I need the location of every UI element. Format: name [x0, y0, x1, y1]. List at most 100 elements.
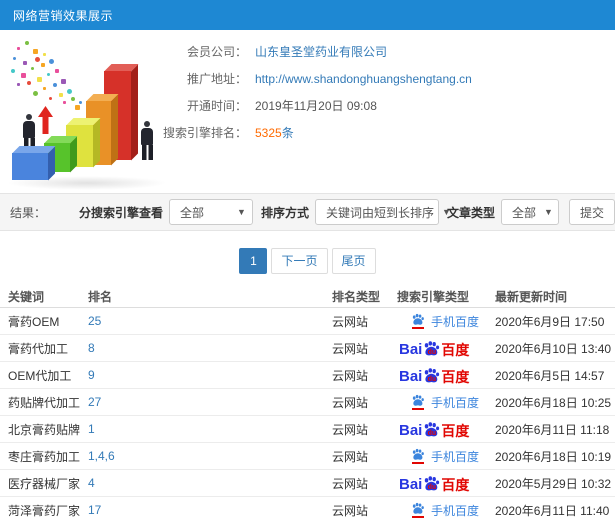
rank-link[interactable]: 9 [88, 368, 332, 382]
mobile-baidu-label: 手机百度 [431, 449, 480, 464]
table-body: 膏药OEM 25 云网站 手机百度 2020年6月9日 17:50 膏药代加工 … [0, 308, 615, 520]
sort-filter-select[interactable]: 关键词由短到长排序 ▼ [314, 199, 451, 225]
confetti-dot [53, 83, 57, 87]
engine-rank-label: 搜索引擎排名： [162, 126, 247, 140]
confetti-dot [33, 91, 38, 96]
rank-type-cell: 云网站 [332, 449, 369, 464]
summary-section: 会员公司： 山东皇圣堂药业有限公司 推广地址： http://www.shand… [0, 30, 615, 193]
confetti-dot [17, 47, 20, 50]
updated-cell: 2020年6月10日 13:40 [495, 341, 612, 356]
engine-filter-select[interactable]: 全部 ▼ [168, 199, 253, 225]
table-row: 膏药OEM 25 云网站 手机百度 2020年6月9日 17:50 [0, 308, 615, 335]
keyword-cell: 医疗器械厂家 [8, 476, 81, 491]
rank-count: 5325 [255, 126, 282, 140]
mobile-baidu-underline [412, 408, 424, 410]
confetti-dot [41, 63, 45, 67]
confetti-dot [35, 57, 40, 62]
table-row: 药贴牌代加工 27 云网站 手机百度 2020年6月18日 10:25 [0, 389, 615, 416]
confetti-dot [27, 81, 31, 85]
promo-url-link[interactable]: http://www.shandonghuangshengtang.cn [255, 72, 472, 86]
mobile-baidu-underline [412, 327, 424, 329]
baidu-logo-cn: 百度 [441, 341, 470, 358]
results-table: 关键词 排名 排名类型 搜索引擎类型 最新更新时间 膏药OEM 25 云网站 手… [0, 285, 615, 520]
confetti-dot [55, 69, 59, 73]
keyword-cell: 药贴牌代加工 [8, 395, 81, 410]
rank-link[interactable]: 17 [88, 503, 332, 517]
rank-link[interactable]: 8 [88, 341, 332, 355]
confetti-dot [63, 101, 66, 104]
confetti-dot [17, 83, 20, 86]
table-row: 菏泽膏药厂家 17 云网站 手机百度 2020年6月11日 11:40 [0, 497, 615, 520]
confetti-dot [59, 93, 63, 97]
mobile-baidu-underline [412, 516, 424, 518]
open-time-label: 开通时间： [186, 99, 247, 113]
keyword-cell: 膏药代加工 [8, 341, 69, 356]
baidu-logo-du: du [427, 348, 437, 356]
next-page-button[interactable]: 下一页 [271, 248, 328, 274]
confetti-dot [43, 53, 46, 56]
keyword-cell: 北京膏药贴牌 [8, 422, 81, 437]
company-link[interactable]: 山东皇圣堂药业有限公司 [255, 43, 387, 60]
last-page-button[interactable]: 尾页 [331, 248, 376, 274]
keyword-cell: 膏药OEM [8, 314, 60, 329]
mobile-baidu-label: 手机百度 [431, 314, 480, 329]
engine-cell: 手机百度 [397, 313, 495, 330]
article-type-label: 文章类型 [446, 205, 495, 220]
baidu-logo-du: du [427, 429, 437, 437]
rank-type-cell: 云网站 [332, 368, 369, 383]
bar-1 [12, 146, 55, 180]
company-row: 会员公司： 山东皇圣堂药业有限公司 [150, 38, 472, 65]
open-time-value: 2019年11月20日 09:08 [255, 99, 377, 113]
filter-controls: 分搜索引擎查看 全部 ▼ 排序方式 关键词由短到长排序 ▼ 文章类型 全部 ▼ … [71, 199, 615, 225]
confetti-dot [13, 57, 16, 60]
table-row: 医疗器械厂家 4 云网站 Bai du 百度 2020年5月29日 10:32 [0, 470, 615, 497]
updated-cell: 2020年5月29日 10:32 [495, 476, 612, 491]
baidu-logo-cn: 百度 [441, 368, 470, 385]
baidu-paw-icon: du [423, 367, 440, 384]
keyword-cell: 菏泽膏药厂家 [8, 503, 81, 518]
engine-filter-value: 全部 [179, 205, 204, 220]
confetti-dot [71, 97, 75, 101]
confetti-dot [33, 49, 38, 54]
rank-type-cell: 云网站 [332, 395, 369, 410]
rank-link[interactable]: 25 [88, 314, 332, 328]
rank-link[interactable]: 1 [88, 422, 332, 436]
header-rank: 排名 [88, 289, 113, 304]
engine-filter-label: 分搜索引擎查看 [78, 205, 163, 220]
confetti-dot [67, 89, 72, 94]
updated-cell: 2020年6月11日 11:40 [495, 503, 610, 518]
engine-rank-row: 搜索引擎排名： 5325条 [150, 119, 472, 146]
page: 网络营销效果展示 会员公司： 山东皇圣堂药业有限公司 推广地址： http://… [0, 0, 615, 520]
engine-cell: Bai du 百度 [397, 367, 495, 384]
mobile-baidu-icon [411, 394, 425, 410]
header-rank-type: 排名类型 [332, 289, 381, 304]
confetti-dot [49, 97, 52, 100]
engine-rank-value: 5325条 [255, 124, 294, 141]
mobile-baidu-label: 手机百度 [431, 503, 480, 518]
updated-cell: 2020年6月9日 17:50 [495, 314, 605, 329]
submit-button[interactable]: 提交 [569, 199, 615, 225]
sort-filter-label: 排序方式 [260, 205, 309, 220]
confetti-dot [23, 61, 27, 65]
article-type-select[interactable]: 全部 ▼ [501, 199, 559, 225]
rank-type-cell: 云网站 [332, 476, 369, 491]
rank-link[interactable]: 27 [88, 395, 332, 409]
rank-type-cell: 云网站 [332, 503, 369, 518]
rank-link[interactable]: 4 [88, 476, 332, 490]
rank-type-cell: 云网站 [332, 422, 369, 437]
bar-side-face [93, 118, 100, 167]
engine-cell: 手机百度 [397, 394, 495, 411]
mobile-baidu-icon [411, 502, 425, 518]
confetti-dot [75, 105, 80, 110]
engine-cell: Bai du 百度 [397, 475, 495, 492]
open-time-row: 开通时间： 2019年11月20日 09:08 [150, 92, 472, 119]
person-body [23, 121, 35, 138]
baidu-paw-icon: du [423, 421, 440, 438]
table-header-row: 关键词 排名 排名类型 搜索引擎类型 最新更新时间 [0, 285, 615, 308]
page-1-button[interactable]: 1 [239, 248, 268, 274]
rank-link[interactable]: 1,4,6 [88, 449, 332, 463]
rank-unit: 条 [281, 126, 294, 140]
bar-side-face [48, 146, 55, 180]
confetti-dot [31, 67, 34, 70]
updated-cell: 2020年6月5日 14:57 [495, 368, 605, 383]
